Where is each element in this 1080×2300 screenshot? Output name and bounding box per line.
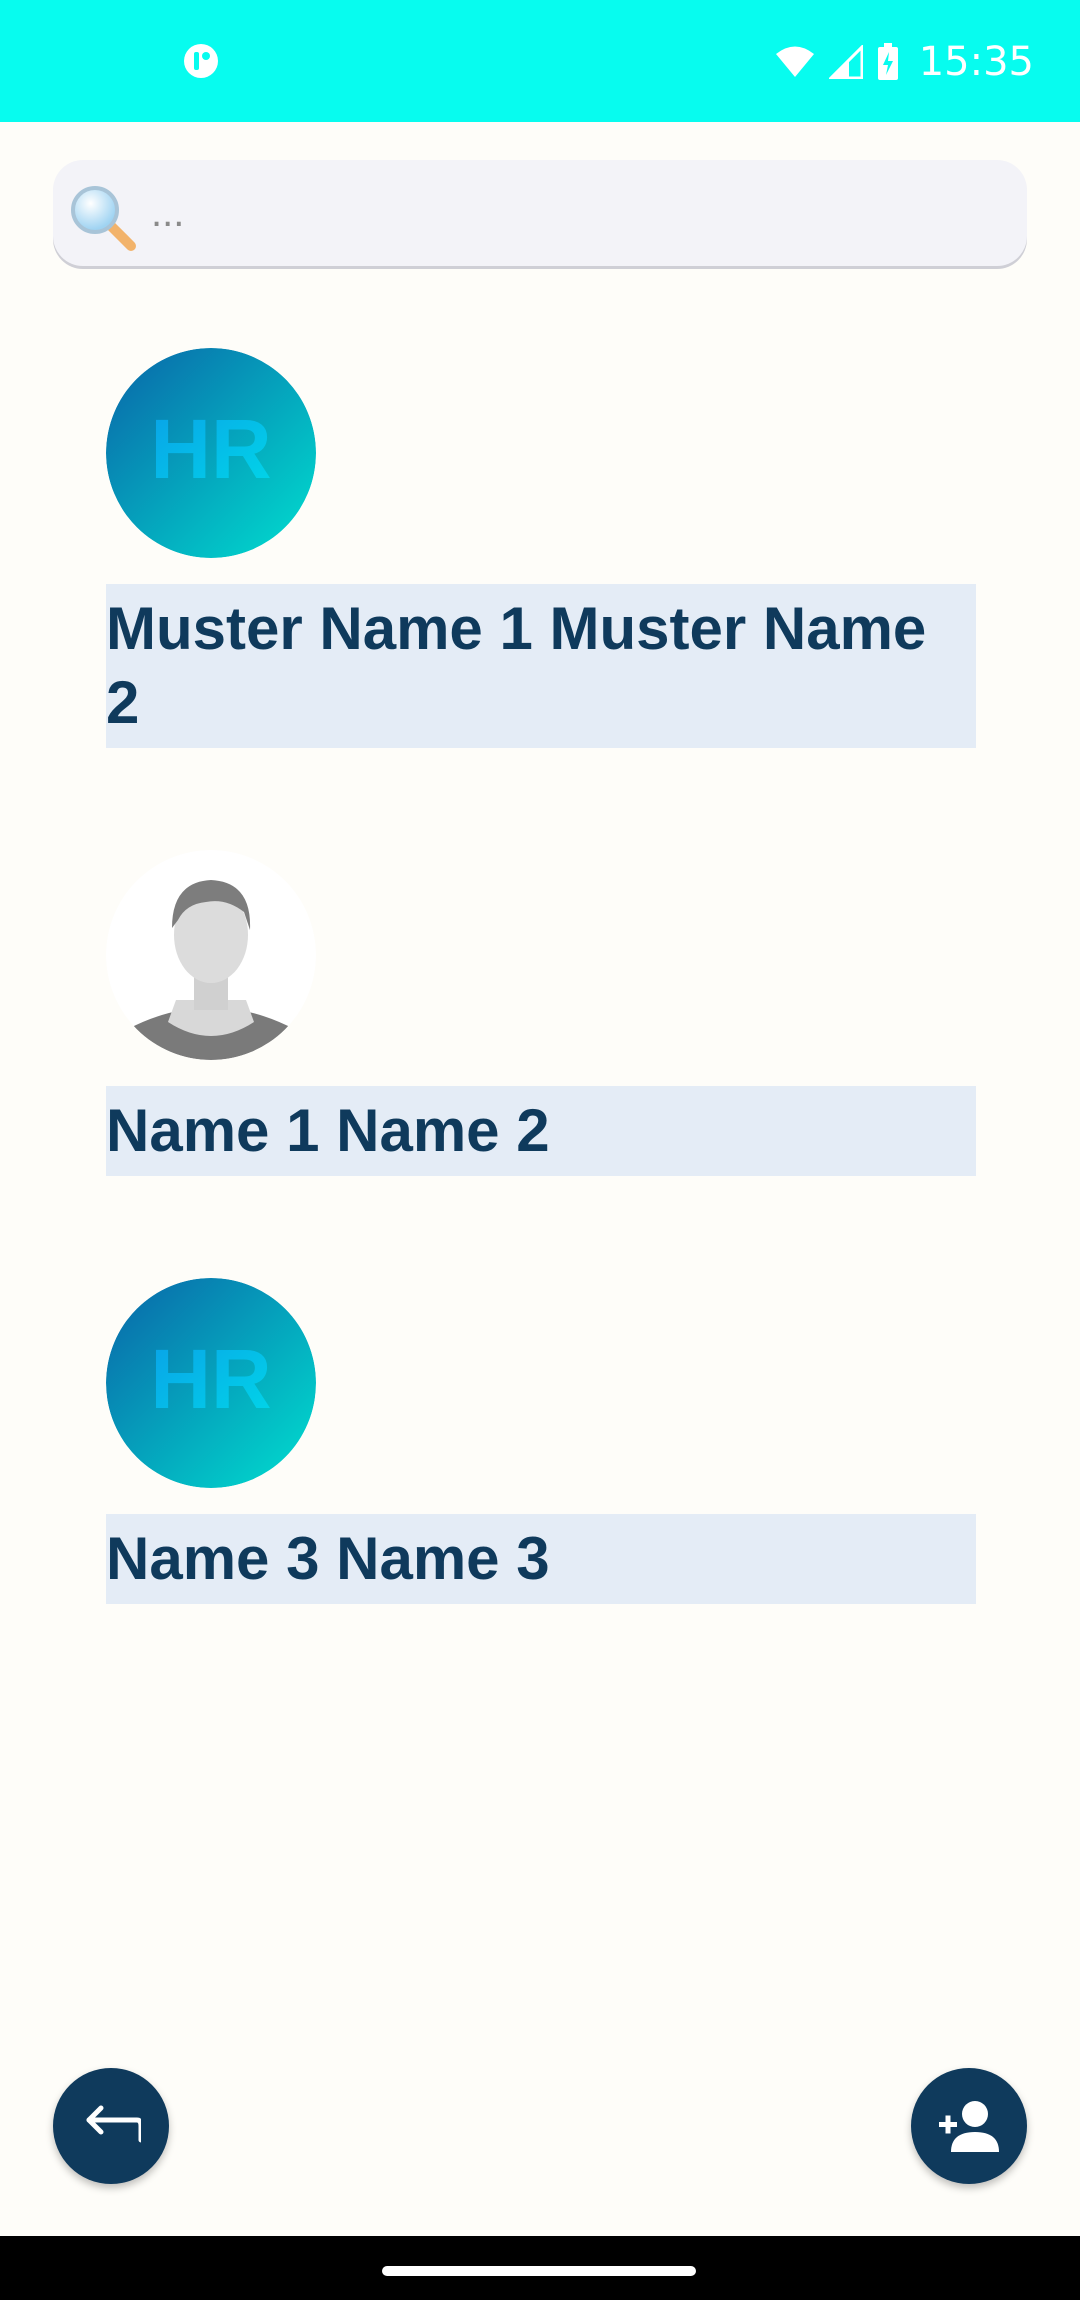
contact-item[interactable]: HR Muster Name 1 Muster Name 2 xyxy=(106,348,976,748)
svg-text:HR: HR xyxy=(150,1332,271,1426)
status-icons: 15:35 xyxy=(775,34,1034,90)
add-person-button[interactable] xyxy=(911,2068,1027,2184)
battery-charging-icon xyxy=(877,43,898,80)
search-bar[interactable] xyxy=(53,160,1027,266)
status-bar: 15:35 xyxy=(0,0,1080,122)
back-button[interactable] xyxy=(53,2068,169,2184)
svg-text:HR: HR xyxy=(150,402,271,496)
back-arrow-icon xyxy=(86,2105,141,2143)
avatar: HR xyxy=(106,348,316,558)
system-navigation-bar xyxy=(0,2236,1080,2300)
app-notification-icon xyxy=(184,44,218,78)
default-person-icon xyxy=(106,850,316,1060)
contact-item[interactable]: Name 1 Name 2 xyxy=(106,850,976,1176)
add-person-icon xyxy=(939,2101,999,2152)
magnifier-icon xyxy=(71,186,136,251)
wifi-icon xyxy=(775,46,814,77)
cellular-signal-icon xyxy=(828,45,863,79)
status-time: 15:35 xyxy=(918,39,1034,85)
contact-name: Name 3 Name 3 xyxy=(106,1514,976,1604)
hr-logo-icon: HR xyxy=(106,348,316,558)
avatar xyxy=(106,850,316,1060)
hr-logo-icon: HR xyxy=(106,1278,316,1488)
home-gesture-handle[interactable] xyxy=(382,2266,696,2276)
contact-item[interactable]: HR Name 3 Name 3 xyxy=(106,1278,976,1604)
contact-name: Muster Name 1 Muster Name 2 xyxy=(106,584,976,748)
contact-name: Name 1 Name 2 xyxy=(106,1086,976,1176)
search-input[interactable] xyxy=(151,180,991,246)
avatar: HR xyxy=(106,1278,316,1488)
